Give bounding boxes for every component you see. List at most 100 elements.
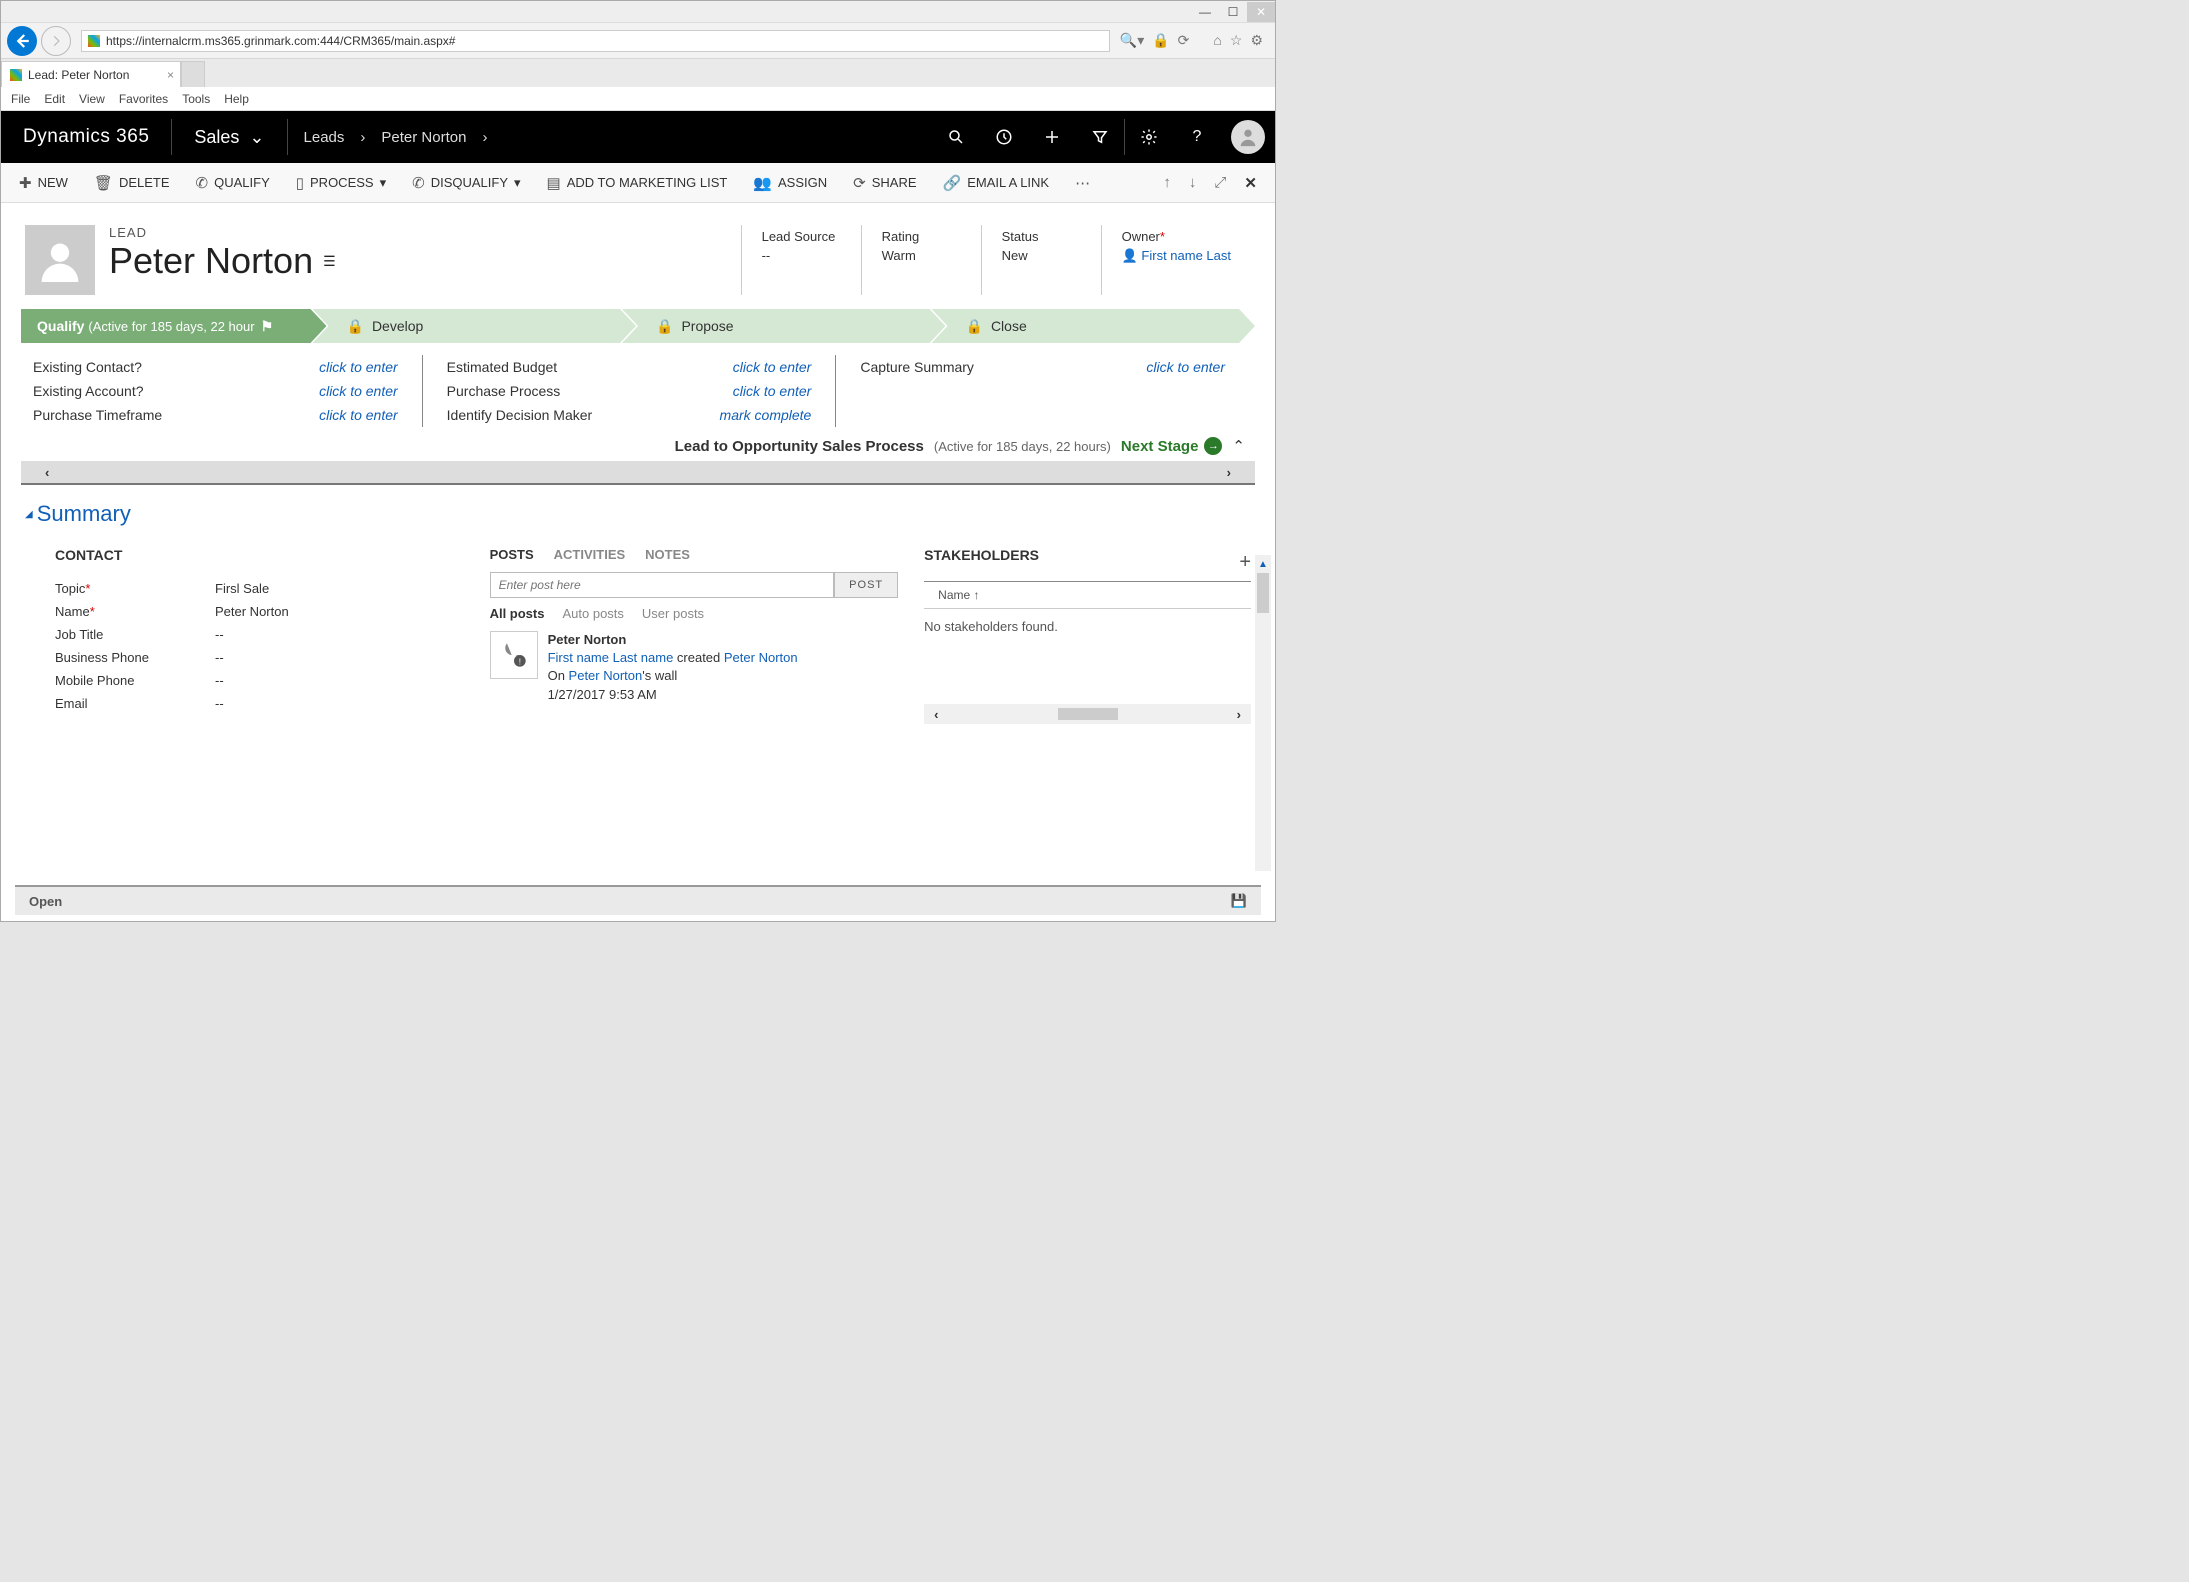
nav-back-btn[interactable] bbox=[7, 26, 37, 56]
menu-file[interactable]: File bbox=[11, 92, 30, 106]
save-icon[interactable]: 💾 bbox=[1231, 893, 1247, 909]
nav-up-icon[interactable]: ↑ bbox=[1163, 174, 1171, 192]
filter-icon[interactable] bbox=[1076, 128, 1124, 146]
post-date: 1/27/2017 9:53 AM bbox=[548, 686, 798, 704]
next-stage-btn[interactable]: Next Stage→ bbox=[1121, 437, 1223, 455]
search-icon[interactable]: 🔍▾ bbox=[1120, 32, 1144, 49]
scroll-right-icon[interactable]: › bbox=[1227, 465, 1231, 480]
pf-purchase-timeframe[interactable]: Purchase Timeframeclick to enter bbox=[33, 403, 398, 427]
tab-activities[interactable]: ACTIVITIES bbox=[554, 547, 626, 562]
cmd-assign[interactable]: 👥ASSIGN bbox=[753, 174, 827, 192]
refresh-icon[interactable]: ⟳ bbox=[1178, 32, 1190, 49]
menu-tools[interactable]: Tools bbox=[182, 92, 210, 106]
scroll-up-icon[interactable]: ▲ bbox=[1255, 555, 1271, 573]
cmd-overflow[interactable]: ⋯ bbox=[1075, 174, 1090, 192]
fld-name[interactable]: Name*Peter Norton bbox=[55, 600, 464, 623]
stakeholders-hscroll[interactable]: ‹› bbox=[924, 704, 1251, 724]
maximize-btn[interactable]: ☐ bbox=[1219, 2, 1247, 22]
post-input[interactable] bbox=[490, 572, 835, 598]
scroll-thumb[interactable] bbox=[1257, 573, 1269, 613]
cmd-qualify[interactable]: ✆QUALIFY bbox=[196, 174, 270, 192]
gear-icon[interactable] bbox=[1125, 128, 1173, 146]
fld-jobtitle[interactable]: Job Title-- bbox=[55, 623, 464, 646]
pf-est-budget[interactable]: Estimated Budgetclick to enter bbox=[447, 355, 812, 379]
help-icon[interactable]: ? bbox=[1173, 128, 1221, 146]
list-icon[interactable]: ☰ bbox=[323, 253, 336, 270]
section-summary-hdr: ◢Summary bbox=[1, 495, 1275, 533]
user-avatar[interactable] bbox=[1231, 120, 1265, 154]
process-name: Lead to Opportunity Sales Process bbox=[675, 438, 924, 455]
hdr-owner[interactable]: Owner*👤 First name Last bbox=[1101, 225, 1251, 295]
stage-close[interactable]: 🔒Close bbox=[932, 309, 1256, 343]
collapse-process-icon[interactable]: ⌃ bbox=[1232, 437, 1245, 455]
stage-propose[interactable]: 🔒Propose bbox=[622, 309, 946, 343]
menu-view[interactable]: View bbox=[79, 92, 105, 106]
pf-existing-account[interactable]: Existing Account?click to enter bbox=[33, 379, 398, 403]
popout-icon[interactable]: ⤢ bbox=[1214, 174, 1226, 192]
menu-help[interactable]: Help bbox=[224, 92, 249, 106]
breadcrumb: Leads › Peter Norton › bbox=[288, 129, 504, 146]
stage-develop[interactable]: 🔒Develop bbox=[313, 309, 637, 343]
tab-posts[interactable]: POSTS bbox=[490, 547, 534, 562]
cmd-email-link[interactable]: 🔗EMAIL A LINK bbox=[943, 174, 1050, 192]
home-icon[interactable]: ⌂ bbox=[1213, 32, 1221, 49]
menu-favorites[interactable]: Favorites bbox=[119, 92, 168, 106]
scroll-left-icon[interactable]: ‹ bbox=[934, 707, 938, 722]
cmd-share[interactable]: ⟳SHARE bbox=[853, 174, 916, 192]
fld-topic[interactable]: Topic*Firsl Sale bbox=[55, 577, 464, 600]
stage-qualify[interactable]: Qualify (Active for 185 days, 22 hour⚑ bbox=[21, 309, 327, 343]
nav-down-icon[interactable]: ↓ bbox=[1189, 174, 1197, 192]
menu-edit[interactable]: Edit bbox=[44, 92, 65, 106]
summary-title[interactable]: ◢Summary bbox=[25, 501, 1251, 527]
url-text: https://internalcrm.ms365.grinmark.com:4… bbox=[106, 34, 455, 48]
cmd-process[interactable]: ▯PROCESS ▾ bbox=[296, 174, 386, 192]
cmd-add-marketing[interactable]: ▤ADD TO MARKETING LIST bbox=[547, 174, 728, 192]
fld-bizphone[interactable]: Business Phone-- bbox=[55, 646, 464, 669]
cmd-new[interactable]: ✚NEW bbox=[19, 174, 68, 192]
tab-close-icon[interactable]: × bbox=[167, 68, 174, 82]
lock-icon: 🔒 bbox=[656, 318, 673, 335]
new-tab-btn[interactable] bbox=[181, 61, 205, 87]
pf-decision-maker[interactable]: Identify Decision Makermark complete bbox=[447, 403, 812, 427]
tab-notes[interactable]: NOTES bbox=[645, 547, 690, 562]
cmd-disqualify[interactable]: ✆DISQUALIFY ▾ bbox=[412, 174, 520, 192]
close-icon[interactable]: ✕ bbox=[1244, 174, 1257, 192]
minimize-btn[interactable]: — bbox=[1191, 2, 1219, 22]
hscrollbar[interactable]: ‹› bbox=[21, 461, 1255, 483]
close-btn[interactable]: ✕ bbox=[1247, 2, 1275, 22]
fld-email[interactable]: Email-- bbox=[55, 692, 464, 715]
cmd-delete[interactable]: 🗑DELETE bbox=[94, 174, 170, 192]
area-selector[interactable]: Sales⌄ bbox=[172, 127, 286, 148]
filter-user[interactable]: User posts bbox=[642, 606, 704, 621]
stakeholders-col: STAKEHOLDERS + Name ↑ No stakeholders fo… bbox=[924, 547, 1251, 724]
hdr-lead-source[interactable]: Lead Source-- bbox=[741, 225, 861, 295]
crumb-record[interactable]: Peter Norton bbox=[381, 129, 466, 146]
brand[interactable]: Dynamics 365 bbox=[1, 126, 171, 148]
pf-purchase-process[interactable]: Purchase Processclick to enter bbox=[447, 379, 812, 403]
stakeholders-sort[interactable]: Name ↑ bbox=[924, 582, 1251, 609]
global-search-icon[interactable] bbox=[932, 128, 980, 146]
post-button[interactable]: POST bbox=[834, 572, 898, 598]
hdr-rating[interactable]: RatingWarm bbox=[861, 225, 981, 295]
browser-tab[interactable]: Lead: Peter Norton× bbox=[1, 61, 181, 87]
address-bar[interactable]: https://internalcrm.ms365.grinmark.com:4… bbox=[81, 30, 1110, 52]
scroll-right-icon[interactable]: › bbox=[1237, 707, 1241, 722]
fld-mobile[interactable]: Mobile Phone-- bbox=[55, 669, 464, 692]
filter-all[interactable]: All posts bbox=[490, 606, 545, 621]
scroll-left-icon[interactable]: ‹ bbox=[45, 465, 49, 480]
crumb-leads[interactable]: Leads bbox=[304, 129, 345, 146]
hdr-status[interactable]: StatusNew bbox=[981, 225, 1101, 295]
form-footer: Open 💾 bbox=[15, 885, 1261, 915]
favorites-icon[interactable]: ☆ bbox=[1230, 32, 1243, 49]
quick-create-icon[interactable] bbox=[1028, 128, 1076, 146]
favicon-icon bbox=[10, 69, 22, 81]
nav-forward-btn[interactable] bbox=[41, 26, 71, 56]
pf-existing-contact[interactable]: Existing Contact?click to enter bbox=[33, 355, 398, 379]
settings-icon[interactable]: ⚙ bbox=[1250, 32, 1263, 49]
filter-auto[interactable]: Auto posts bbox=[562, 606, 623, 621]
pf-capture-summary[interactable]: Capture Summaryclick to enter bbox=[860, 355, 1225, 379]
contact-heading: CONTACT bbox=[55, 547, 464, 563]
add-stakeholder-btn[interactable]: + bbox=[1239, 551, 1251, 574]
vscrollbar[interactable]: ▲ bbox=[1255, 555, 1271, 871]
recent-icon[interactable] bbox=[980, 128, 1028, 146]
